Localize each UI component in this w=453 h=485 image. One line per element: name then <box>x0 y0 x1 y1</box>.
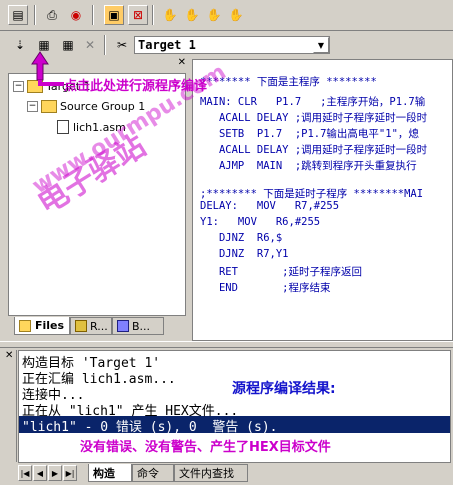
output-close-icon[interactable]: ✕ <box>5 350 13 361</box>
result-desc-text: 没有错误、没有警告、产生了HEX目标文件 <box>80 440 331 455</box>
code-line: DJNZ R6,$ <box>200 232 283 244</box>
scroll-last-icon[interactable]: ▶| <box>63 465 77 481</box>
hand-clear-icon[interactable]: ✋ <box>204 5 224 25</box>
books-icon <box>117 320 129 332</box>
tab-books[interactable]: B... <box>112 317 164 335</box>
panel-close-icon[interactable]: ✕ <box>178 57 186 68</box>
scroll-right-icon[interactable]: ▶ <box>48 465 62 481</box>
find-icon[interactable]: ◉ <box>66 5 86 25</box>
collapse-icon[interactable]: − <box>27 101 38 112</box>
folder-icon <box>41 100 57 113</box>
toolbar-separator <box>152 5 154 25</box>
code-line: RET ;延时子程序返回 <box>200 266 363 278</box>
tab-command[interactable]: 命令 <box>132 464 174 482</box>
target-select[interactable]: Target 1 ▼ <box>134 36 330 54</box>
code-line: AJMP MAIN ;跳转到程序开头重复执行 <box>200 160 417 172</box>
print-icon[interactable]: ⎙ <box>42 5 62 25</box>
tab-files-label: Files <box>35 319 65 332</box>
scroll-first-icon[interactable]: |◀ <box>18 465 32 481</box>
window-close-icon[interactable]: ⊠ <box>128 5 148 25</box>
code-line: ACALL DELAY ;调用延时子程序延时一段时 <box>200 144 428 156</box>
target-options-icon[interactable]: ✂ <box>112 35 132 55</box>
tab-command-label: 命令 <box>137 467 159 480</box>
toolbar-separator <box>92 5 94 25</box>
hand-kill-icon[interactable]: ✋ <box>226 5 246 25</box>
scroll-left-icon[interactable]: ◀ <box>33 465 47 481</box>
tab-build[interactable]: 构造 <box>88 464 132 482</box>
code-line: END ;程序结束 <box>200 282 331 294</box>
code-line: DELAY: MOV R7,#255 <box>200 200 340 212</box>
code-line: Y1: MOV R6,#255 <box>200 216 321 228</box>
tab-registers-label: R... <box>90 319 108 333</box>
hand-all-icon[interactable]: ✋ <box>182 5 202 25</box>
chevron-down-icon[interactable]: ▼ <box>313 37 329 53</box>
tab-files[interactable]: Files <box>14 317 70 335</box>
translate-icon[interactable]: ⇣ <box>10 35 30 55</box>
code-line: ACALL DELAY ;调用延时子程序延时一段时 <box>200 112 428 124</box>
tab-find-in-files[interactable]: 文件内查找 <box>174 464 248 482</box>
registers-icon <box>75 320 87 332</box>
tab-find-label: 文件内查找 <box>179 467 234 480</box>
output-side-bar: ✕ <box>4 350 17 462</box>
code-line: MAIN: CLR P1.7 ;主程序开始，P1.7输 <box>200 96 426 108</box>
tab-books-label: B... <box>132 319 151 333</box>
window-icon[interactable]: ▣ <box>104 5 124 25</box>
code-line: ;******** 下面是延时子程序 ********MAI <box>200 188 424 200</box>
files-tab-icon <box>19 319 31 332</box>
toolbar-separator <box>34 5 36 25</box>
code-line: DJNZ R7,Y1 <box>200 248 289 260</box>
collapse-icon[interactable]: − <box>13 81 24 92</box>
open-file-icon[interactable]: ▤ <box>8 5 28 25</box>
splitter[interactable] <box>0 341 453 348</box>
output-line: "lich1" - 0 错误 (s), 0 警告 (s). <box>22 420 278 435</box>
target-select-value: Target 1 <box>138 38 196 52</box>
toolbar-separator <box>104 35 106 55</box>
tree-label-group: Source Group 1 <box>60 100 146 113</box>
output-tabbar: |◀ ◀ ▶ ▶| 构造 命令 文件内查找 <box>0 463 453 485</box>
result-title-text: 源程序编译结果: <box>232 381 336 397</box>
output-panel: ✕ 构造目标 'Target 1' 正在汇编 lich1.asm... 连接中...… <box>0 348 453 485</box>
tab-registers[interactable]: R... <box>70 317 112 335</box>
code-line: SETB P1.7 ;P1.7输出高电平"1"，熄 <box>200 128 419 140</box>
stop-build-icon[interactable]: ✕ <box>80 35 100 55</box>
tab-build-label: 构造 <box>93 466 115 480</box>
file-icon <box>57 120 69 134</box>
hint-arrow-icon <box>31 51 64 86</box>
toolbar-top: ▤ ⎙ ◉ ▣ ⊠ ✋ ✋ ✋ ✋ <box>0 0 453 31</box>
hand-icon[interactable]: ✋ <box>160 5 180 25</box>
tree-item-group[interactable]: − Source Group 1 <box>27 100 145 113</box>
